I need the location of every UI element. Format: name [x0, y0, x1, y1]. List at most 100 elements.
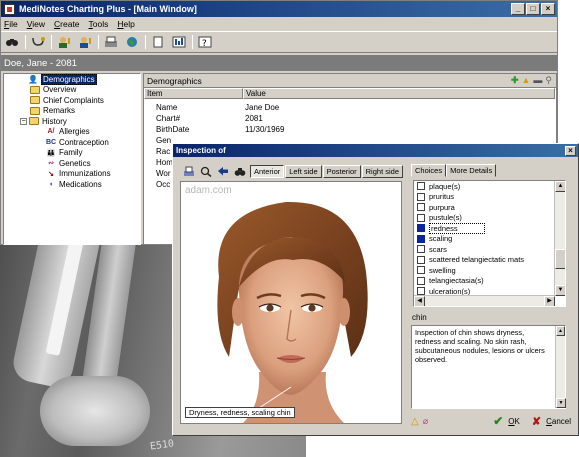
cancel-x-icon: ✘	[531, 415, 542, 428]
list-item[interactable]: plaque(s)	[414, 181, 565, 192]
list-item[interactable]: scaling	[414, 234, 565, 245]
table-row[interactable]: BirthDate 11/30/1969	[144, 124, 556, 135]
choices-horizontal-scrollbar[interactable]: ◀ ▶	[414, 295, 555, 306]
add-patient-icon[interactable]	[56, 34, 72, 50]
dialog-titlebar[interactable]: Inspection of ×	[173, 144, 578, 157]
menu-file[interactable]: File	[4, 19, 18, 29]
cancel-button[interactable]: ✘ Cancel	[532, 415, 571, 428]
list-item[interactable]: pustule(s)	[414, 213, 565, 224]
folder-icon	[29, 117, 39, 126]
patient-bar: Doe, Jane - 2081	[1, 55, 557, 71]
globe-icon[interactable]	[124, 34, 140, 50]
tree-item-allergies[interactable]: A/Allergies	[4, 127, 140, 138]
checkbox[interactable]	[417, 276, 425, 285]
maximize-button[interactable]: □	[526, 3, 540, 15]
table-row[interactable]: Name Jane Doe	[144, 102, 556, 113]
choices-vertical-scrollbar[interactable]: ▲ ▼	[554, 181, 565, 296]
print-icon[interactable]	[182, 166, 195, 178]
tree-item-family[interactable]: 👪 Family	[4, 148, 140, 159]
menu-tools[interactable]: Tools	[89, 19, 109, 29]
table-row[interactable]: Chart# 2081	[144, 113, 556, 124]
pane-title-bar: Demographics ✚ ▲ ▬ ⚲	[144, 74, 556, 88]
list-item[interactable]: telangiectasia(s)	[414, 276, 565, 287]
menu-view[interactable]: View	[27, 19, 45, 29]
tab-left-side[interactable]: Left side	[285, 165, 322, 178]
chart-view-icon[interactable]	[171, 34, 187, 50]
face-illustration[interactable]	[181, 182, 402, 424]
checkbox[interactable]	[417, 192, 425, 201]
tree-item-remarks[interactable]: Remarks	[4, 106, 140, 117]
tab-anterior[interactable]: Anterior	[250, 165, 285, 178]
tab-more-details[interactable]: More Details	[446, 164, 497, 177]
grid-item-cell: BirthDate	[156, 125, 190, 134]
warning-icon[interactable]: ▲	[521, 75, 530, 86]
description-scrollbar[interactable]: ▲ ▼	[555, 326, 566, 408]
tab-right-side[interactable]: Right side	[361, 165, 403, 178]
tree-item-medications[interactable]: ◖ Medications	[4, 179, 140, 190]
scroll-left-icon[interactable]: ◀	[414, 296, 425, 306]
zoom-icon[interactable]	[199, 166, 212, 178]
ok-button[interactable]: ✔ OK	[493, 414, 520, 428]
scroll-right-icon[interactable]: ▶	[544, 296, 555, 306]
tab-choices[interactable]: Choices	[411, 164, 447, 177]
grid-header-value[interactable]: Value	[243, 88, 555, 99]
xray-marker-text: E510	[149, 438, 175, 453]
tree-item-contraception[interactable]: BC Contraception	[4, 137, 140, 148]
scroll-thumb[interactable]	[555, 249, 565, 269]
help-icon[interactable]: ?	[197, 34, 213, 50]
collapse-icon[interactable]: −	[20, 117, 27, 125]
tree-item-chief-complaints[interactable]: Chief Complaints	[4, 95, 140, 106]
add-icon[interactable]: ✚	[511, 75, 519, 86]
tree-item-overview[interactable]: Overview	[4, 85, 140, 96]
main-titlebar[interactable]: MediNotes Charting Plus - [Main Window] …	[1, 1, 557, 17]
minimize-button[interactable]: _	[511, 3, 525, 15]
scroll-up-icon[interactable]: ▲	[555, 181, 565, 192]
magnifier-icon[interactable]: ⚲	[545, 75, 552, 86]
scroll-up-icon[interactable]: ▲	[556, 326, 565, 336]
find-patient-icon[interactable]	[77, 34, 93, 50]
checkbox[interactable]	[417, 255, 425, 264]
list-item[interactable]: swelling	[414, 265, 565, 276]
document-icon[interactable]	[150, 34, 166, 50]
menu-create[interactable]: Create	[54, 19, 80, 29]
tree-item-demographics[interactable]: 👤 Demographics	[4, 74, 140, 85]
chart-tree[interactable]: 👤 Demographics Overview Chief Complaints Rem…	[3, 73, 141, 245]
checkbox[interactable]	[417, 245, 425, 254]
tree-item-history[interactable]: − History	[4, 116, 140, 127]
tree-item-immunizations[interactable]: ↘ Immunizations	[4, 169, 140, 180]
dialog-toolbar: Anterior Left side Posterior Right side	[182, 165, 404, 178]
dialog-close-button[interactable]: ×	[565, 145, 576, 156]
main-window-title: MediNotes Charting Plus - [Main Window]	[19, 4, 197, 14]
list-item[interactable]: scars	[414, 244, 565, 255]
description-textarea[interactable]: Inspection of chin shows dryness, rednes…	[411, 325, 566, 409]
tree-item-genetics[interactable]: ∾ Genetics	[4, 158, 140, 169]
list-item[interactable]: redness	[414, 222, 565, 234]
warning-icon[interactable]: △	[411, 416, 419, 427]
checkbox[interactable]	[417, 234, 425, 243]
scroll-down-icon[interactable]: ▼	[555, 285, 565, 296]
binoculars-icon[interactable]	[233, 166, 246, 178]
binoculars-icon[interactable]	[4, 34, 20, 50]
person-icon: 👤	[28, 74, 38, 84]
checkbox[interactable]	[417, 213, 425, 222]
checkbox[interactable]	[417, 182, 425, 191]
app-icon[interactable]	[4, 3, 15, 15]
tab-posterior[interactable]: Posterior	[322, 165, 361, 178]
choices-list[interactable]: plaque(s) pruritus purpura pustule(s) rednes…	[413, 180, 566, 307]
grid-header-item[interactable]: Item	[144, 88, 243, 99]
minus-icon[interactable]: ▬	[533, 75, 542, 86]
print-icon[interactable]	[103, 34, 119, 50]
stethoscope-icon[interactable]	[30, 34, 46, 50]
list-item[interactable]: scattered telangiectatic mats	[414, 255, 565, 266]
checkbox[interactable]	[417, 203, 425, 212]
menu-help[interactable]: Help	[117, 19, 134, 29]
scroll-down-icon[interactable]: ▼	[556, 398, 566, 408]
list-item[interactable]: purpura	[414, 202, 565, 213]
eraser-icon[interactable]: ⌀	[423, 416, 428, 427]
checkbox[interactable]	[417, 266, 425, 275]
anatomy-image-panel[interactable]: adam.com Dryness, redness, scaling chin	[180, 181, 402, 424]
back-arrow-icon[interactable]	[216, 166, 229, 178]
checkbox[interactable]	[417, 224, 425, 233]
close-button[interactable]: ×	[541, 3, 555, 15]
list-item[interactable]: pruritus	[414, 192, 565, 203]
